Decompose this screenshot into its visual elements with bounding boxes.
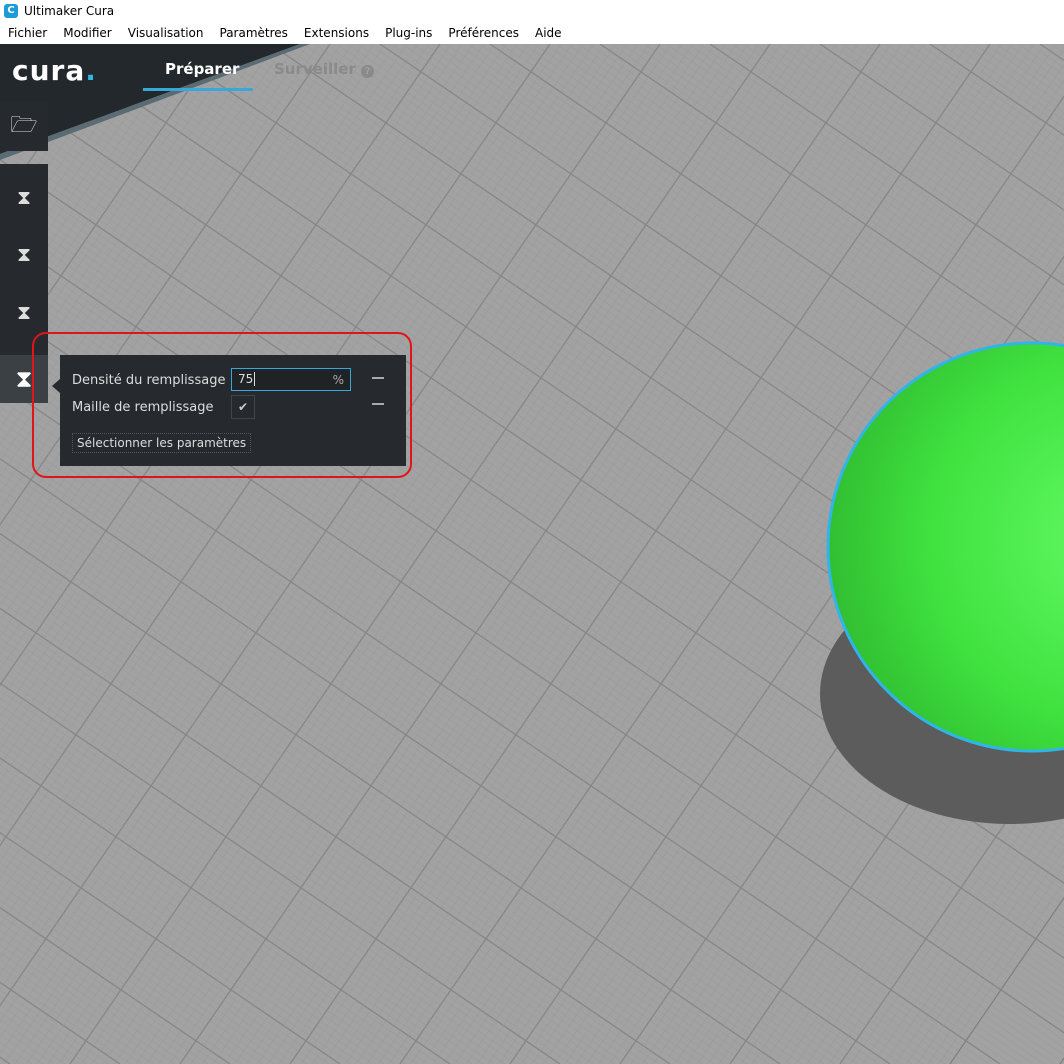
menu-modifier[interactable]: Modifier	[55, 26, 120, 40]
title-bar: C Ultimaker Cura	[0, 0, 1064, 22]
scale-tool-icon[interactable]: ⧗	[17, 242, 31, 266]
menu-bar: Fichier Modifier Visualisation Paramètre…	[0, 22, 1064, 44]
rotate-tool-icon[interactable]: ⧗	[17, 300, 31, 324]
menu-aide[interactable]: Aide	[527, 26, 570, 40]
menu-preferences[interactable]: Préférences	[440, 26, 527, 40]
highlight-annotation	[32, 332, 412, 478]
menu-extensions[interactable]: Extensions	[296, 26, 377, 40]
tab-surveiller[interactable]: Surveiller ?	[274, 60, 375, 78]
open-file-icon: 🗁	[10, 113, 38, 138]
tab-surveiller-label: Surveiller	[274, 60, 356, 78]
open-file-button[interactable]: 🗁	[0, 103, 48, 151]
menu-fichier[interactable]: Fichier	[0, 26, 55, 40]
move-tool-icon[interactable]: ⧗	[17, 185, 31, 209]
help-icon: ?	[361, 65, 375, 78]
tab-preparer[interactable]: Préparer	[165, 60, 239, 78]
3d-viewport[interactable]: cura. Préparer Surveiller ? 🗁 ⧗ ⧗ ⧗ ⧗ ⧗ …	[0, 44, 1064, 1064]
menu-plugins[interactable]: Plug-ins	[377, 26, 440, 40]
per-model-settings-icon: ⧗	[15, 365, 33, 393]
menu-parametres[interactable]: Paramètres	[212, 26, 296, 40]
window-title: Ultimaker Cura	[24, 4, 115, 18]
scene	[0, 44, 1064, 824]
cura-logo: cura.	[12, 54, 97, 87]
cura-app-icon: C	[4, 4, 18, 18]
menu-visualisation[interactable]: Visualisation	[120, 26, 212, 40]
active-tab-indicator	[143, 88, 253, 91]
